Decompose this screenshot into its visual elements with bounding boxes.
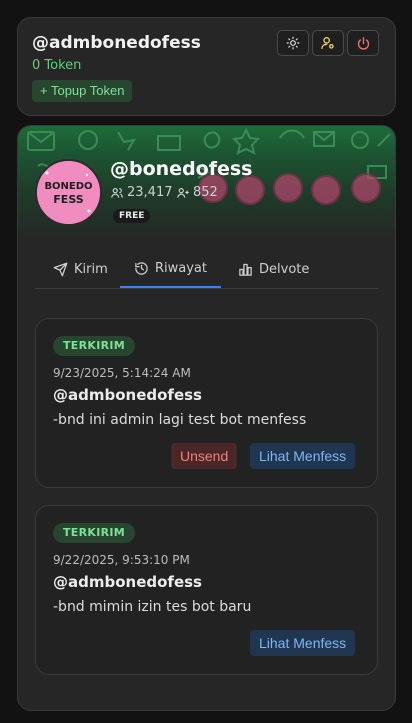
account-card: @admbonedofess 0 Token + Topup Token [17,17,396,116]
post-timestamp: 9/23/2025, 5:14:24 AM [53,366,191,380]
followers-count: 23,417 [110,185,173,200]
theme-toggle-button[interactable] [277,30,309,56]
tab-kirim[interactable]: Kirim [53,250,108,288]
view-menfess-button[interactable]: Lihat Menfess [250,443,356,469]
tab-riwayat[interactable]: Riwayat [120,250,221,288]
tab-bar: Kirim Riwayat Delvote [35,250,378,289]
logout-button[interactable] [347,30,379,56]
token-balance: 0 Token [32,58,82,73]
tab-delvote[interactable]: Delvote [238,250,309,288]
power-icon [357,36,369,50]
send-icon [53,262,68,276]
svg-text:FESS: FESS [53,193,83,206]
post-message: -bnd mimin izin tes bot baru [53,599,252,615]
menfess-item: TERKIRIM 9/22/2025, 9:53:10 PM @admboned… [35,505,378,675]
users-icon [111,187,123,198]
sun-icon [286,36,300,50]
profile-avatar: BONEDO FESS [35,159,102,226]
post-message: -bnd ini admin lagi test bot menfess [53,412,307,428]
user-plus-icon [177,187,189,198]
menfess-item: TERKIRIM 9/23/2025, 5:14:24 AM @admboned… [35,318,378,488]
unsend-button[interactable]: Unsend [171,443,238,469]
post-author: @admbonedofess [53,573,202,591]
post-timestamp: 9/22/2025, 9:53:10 PM [53,553,190,567]
account-settings-button[interactable] [312,30,344,56]
status-badge: TERKIRIM [53,523,136,543]
svg-text:BONEDO: BONEDO [44,181,92,192]
following-count: 852 [176,185,218,200]
view-menfess-button[interactable]: Lihat Menfess [250,630,356,656]
post-author: @admbonedofess [53,386,202,404]
profile-card: BONEDO FESS @bonedofess 23,417 852 FREE … [17,125,396,711]
profile-name: @bonedofess [110,158,253,180]
status-badge: TERKIRIM [53,336,136,356]
topup-token-button[interactable]: + Topup Token [32,80,133,102]
bar-chart-icon [239,263,252,276]
account-username: @admbonedofess [32,33,201,53]
plan-badge: FREE [113,209,151,223]
history-icon [135,261,148,275]
user-cog-icon [321,37,334,49]
